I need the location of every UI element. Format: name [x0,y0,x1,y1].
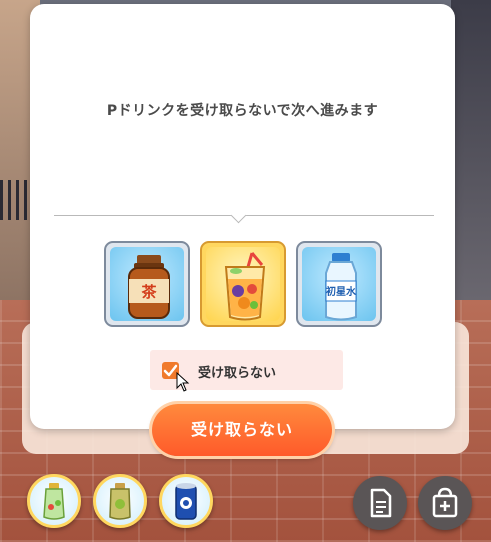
background-building-right [451,0,491,320]
drink-option-water-inner: 初星水 [302,247,376,321]
drink-slot-3[interactable] [159,474,213,528]
divider-notch [230,207,247,224]
mouse-cursor-icon [176,372,190,392]
drink-slot-1[interactable] [27,474,81,528]
memo-button[interactable] [353,476,407,530]
drink-option-water[interactable]: 初星水 [296,241,382,327]
yellow-drink-icon [109,483,131,520]
blue-can-icon [175,483,197,520]
drink-option-tea[interactable]: 茶 [104,241,190,327]
memo-icon [370,488,392,518]
tea-bottle-icon: 茶 [128,255,170,319]
shop-button[interactable] [418,476,472,530]
skip-drink-dialog: Pドリンクを受け取らないで次へ進みます 茶 初星水 受け取らない [30,4,455,429]
water-bottle-label: 初星水 [326,285,357,298]
tea-bottle-label: 茶 [141,283,157,301]
juice-cup-icon [224,252,266,321]
drink-option-juice-inner [206,247,280,321]
water-bottle-icon: 初星水 [325,253,357,321]
drink-option-juice[interactable] [200,241,286,327]
skip-checkbox-label: 受け取らない [198,366,277,381]
drink-option-tea-inner: 茶 [110,247,184,321]
green-drink-icon [43,483,65,520]
drink-slot-2[interactable] [93,474,147,528]
shop-bag-icon [432,487,458,518]
dialog-message: Pドリンクを受け取らないで次へ進みます [106,103,379,119]
decline-button[interactable]: 受け取らない [152,404,332,456]
